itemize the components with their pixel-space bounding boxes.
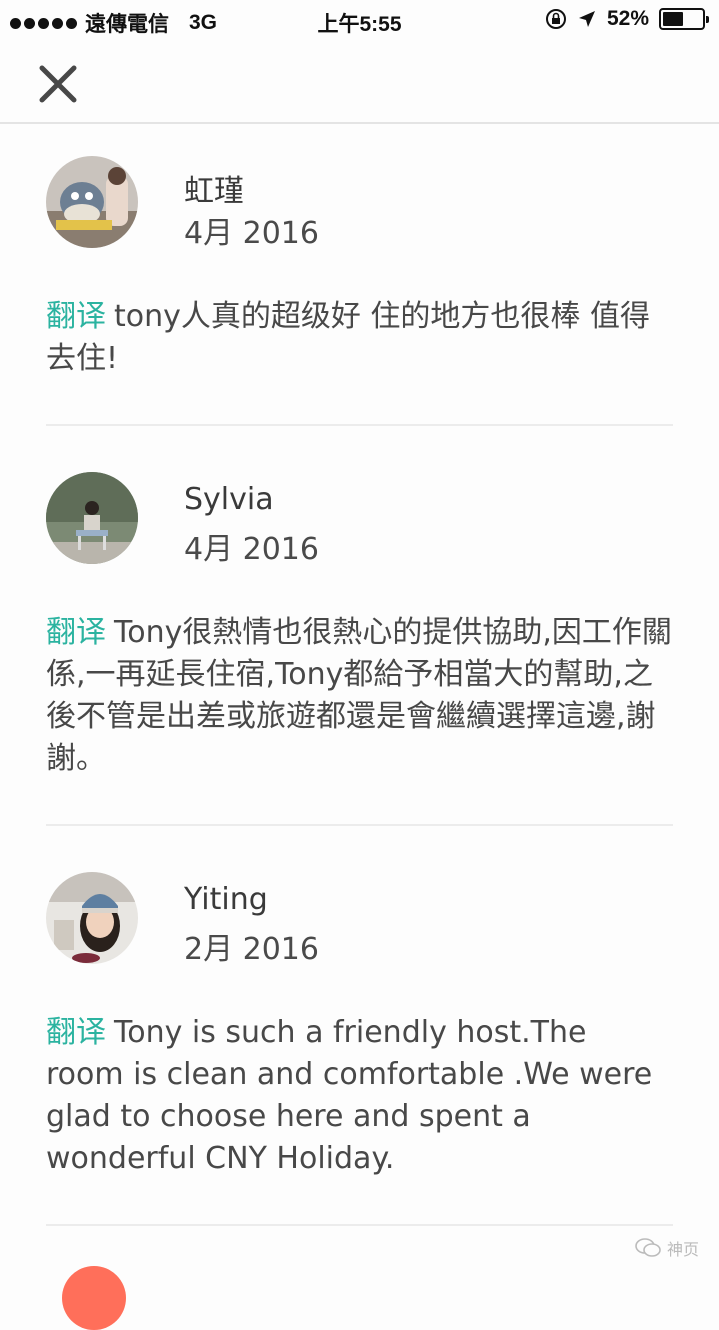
review-body: Tony is such a friendly host.The room is… xyxy=(46,1015,652,1176)
review-header: Yiting 2月 2016 xyxy=(46,826,673,956)
review-item: Yiting 2月 2016 翻译Tony is such a friendly… xyxy=(46,826,673,1224)
location-arrow-icon xyxy=(577,9,597,29)
review-text: 翻译Tony is such a friendly host.The room … xyxy=(46,956,673,1180)
review-item: Sylvia 4月 2016 翻译Tony很熱情也很熱心的提供協助,因工作關係,… xyxy=(46,426,673,824)
translate-link[interactable]: 翻译 xyxy=(46,299,106,334)
review-date: 4月 2016 xyxy=(184,524,319,568)
avatar[interactable] xyxy=(46,472,138,564)
review-text: 翻译tony人真的超级好 住的地方也很棒 值得去住! xyxy=(46,256,673,380)
battery-icon xyxy=(659,8,705,30)
reviewer-name: 虹瑾 xyxy=(184,166,244,210)
review-header: Sylvia 4月 2016 xyxy=(46,426,673,556)
review-date: 4月 2016 xyxy=(184,208,319,252)
translate-link[interactable]: 翻译 xyxy=(46,615,106,650)
status-right: 52% xyxy=(545,7,705,31)
translate-link[interactable]: 翻译 xyxy=(46,1015,106,1050)
wechat-icon xyxy=(635,1237,661,1259)
review-text: 翻译Tony很熱情也很熱心的提供協助,因工作關係,一再延長住宿,Tony都給予相… xyxy=(46,556,673,780)
watermark: 神页 xyxy=(635,1236,699,1260)
battery-level-fill xyxy=(663,12,683,26)
reviewer-name: Yiting xyxy=(184,882,268,917)
reviewer-name: Sylvia xyxy=(184,482,274,517)
close-button[interactable] xyxy=(36,62,80,106)
orientation-lock-icon xyxy=(545,8,567,30)
review-body: Tony很熱情也很熱心的提供協助,因工作關係,一再延長住宿,Tony都給予相當大… xyxy=(46,615,672,776)
reviews-list: 虹瑾 4月 2016 翻译tony人真的超级好 住的地方也很棒 值得去住! xyxy=(0,126,719,1226)
review-date: 2月 2016 xyxy=(184,924,319,968)
status-bar: 遠傳電信 3G 上午5:55 52% xyxy=(0,0,719,40)
nav-bar xyxy=(0,40,719,124)
review-header: 虹瑾 4月 2016 xyxy=(46,126,673,256)
battery-percentage: 52% xyxy=(607,7,649,31)
watermark-text: 神页 xyxy=(667,1236,699,1260)
close-icon xyxy=(36,62,80,106)
avatar[interactable] xyxy=(46,156,138,248)
review-body: tony人真的超级好 住的地方也很棒 值得去住! xyxy=(46,299,650,376)
avatar[interactable] xyxy=(62,1266,126,1330)
avatar[interactable] xyxy=(46,872,138,964)
divider xyxy=(46,1224,673,1226)
review-item: 虹瑾 4月 2016 翻译tony人真的超级好 住的地方也很棒 值得去住! xyxy=(46,126,673,424)
